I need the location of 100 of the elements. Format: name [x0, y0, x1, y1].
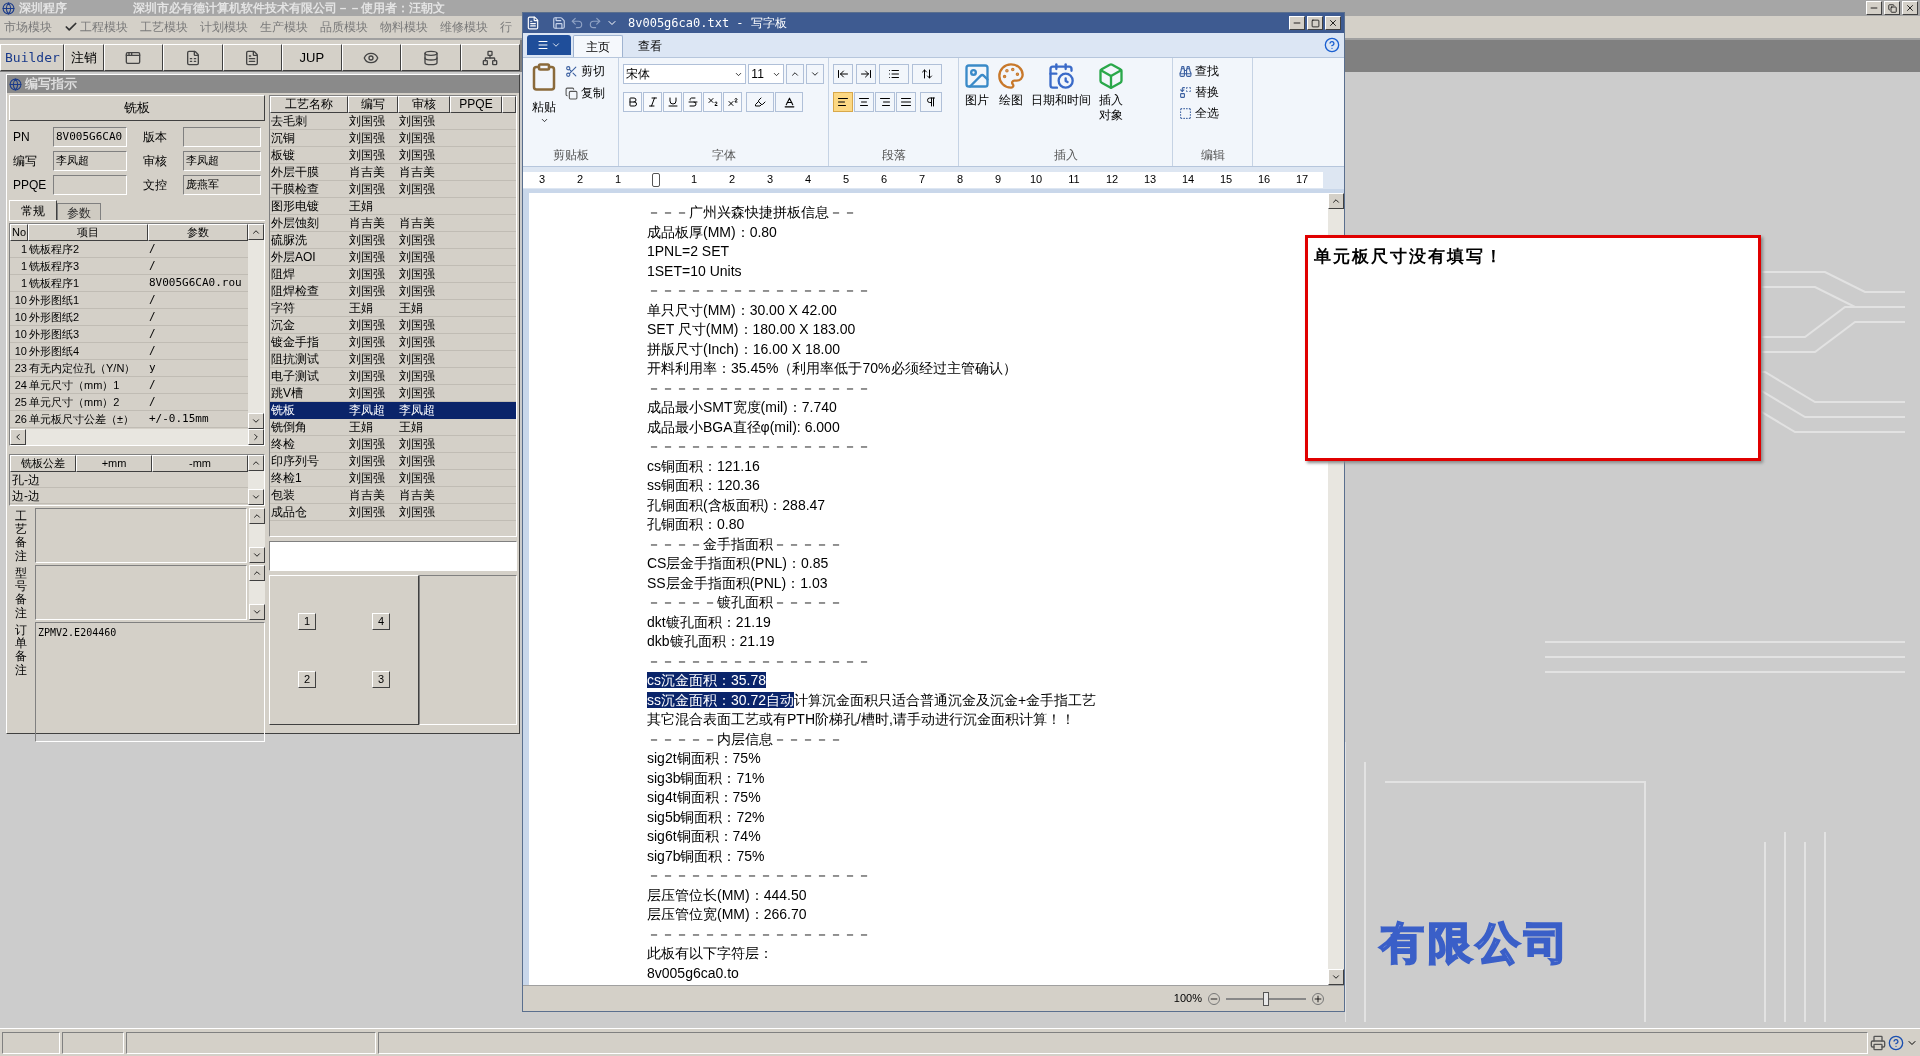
save-icon[interactable] — [552, 16, 566, 30]
column-header[interactable] — [502, 96, 516, 113]
table-row[interactable]: 电子测试 刘国强 刘国强 — [270, 368, 516, 385]
list-icon[interactable] — [879, 64, 909, 84]
bold-icon[interactable] — [623, 92, 642, 112]
align-center-icon[interactable] — [854, 92, 874, 112]
table-row[interactable]: 外层干膜 肖吉美 肖吉美 — [270, 164, 516, 181]
input-field[interactable] — [269, 541, 517, 571]
table-row[interactable]: 印序列号 刘国强 刘国强 — [270, 453, 516, 470]
paste-button[interactable]: 粘贴 — [527, 62, 561, 142]
scrollbar[interactable] — [248, 224, 264, 429]
column-header[interactable]: 铣板公差 — [10, 455, 76, 472]
tab[interactable]: 常规 — [9, 200, 57, 220]
table-row[interactable]: 硫脲洗 刘国强 刘国强 — [270, 232, 516, 249]
slider-thumb[interactable] — [1263, 991, 1269, 1006]
highlighter-icon[interactable] — [746, 92, 774, 112]
table-row[interactable]: 铣板 李凤超 李凤超 — [270, 402, 516, 419]
column-header[interactable]: 编写 — [348, 96, 398, 113]
number-button[interactable]: 1 — [298, 612, 316, 630]
scroll-down-icon[interactable] — [1328, 969, 1344, 985]
column-header[interactable]: PPQE — [450, 96, 502, 113]
printer-icon[interactable] — [1870, 1034, 1886, 1051]
insert-button[interactable]: 图片 — [963, 62, 991, 146]
scrollbar[interactable] — [248, 455, 264, 505]
toolbar-button[interactable]: JUP — [282, 44, 342, 71]
table-row[interactable]: 铣倒角 王娟 王娟 — [270, 419, 516, 436]
italic-icon[interactable] — [643, 92, 662, 112]
spreadsheet-icon[interactable] — [184, 49, 201, 66]
column-header[interactable]: No — [10, 224, 28, 241]
ribbon-tab[interactable]: 查看 — [625, 35, 675, 57]
table-row[interactable]: 干膜检查 刘国强 刘国强 — [270, 181, 516, 198]
zoom-slider[interactable] — [1226, 991, 1306, 1006]
subscript-icon[interactable] — [703, 92, 722, 112]
note-field[interactable] — [35, 508, 247, 563]
insert-button[interactable]: 插入对象 — [1097, 62, 1125, 146]
scrollbar[interactable] — [249, 565, 265, 620]
table-row[interactable]: 沉铜 刘国强 刘国强 — [270, 130, 516, 147]
column-header[interactable]: 项目 — [28, 224, 148, 241]
number-button[interactable]: 2 — [298, 670, 316, 688]
network-icon[interactable] — [482, 49, 499, 66]
scroll-down-icon[interactable] — [248, 413, 264, 429]
cut-button[interactable]: 剪切 — [565, 62, 605, 80]
edit-button[interactable]: 查找 — [1179, 62, 1246, 80]
input-field[interactable]: 庞燕军 — [183, 175, 261, 195]
undo-icon[interactable] — [570, 16, 584, 30]
column-header[interactable]: -mm — [152, 455, 248, 472]
edit-button[interactable]: 全选 — [1179, 104, 1246, 122]
underline-icon[interactable] — [663, 92, 682, 112]
horizontal-scrollbar[interactable] — [10, 429, 264, 445]
table-row[interactable]: 镀金手指 刘国强 刘国强 — [270, 334, 516, 351]
font-name-dropdown[interactable]: 宋体 — [623, 64, 747, 84]
input-field[interactable]: 8V005G6CA0 — [53, 127, 127, 147]
superscript-icon[interactable] — [723, 92, 742, 112]
table-row[interactable]: 外层蚀刻 肖吉美 肖吉美 — [270, 215, 516, 232]
redo-icon[interactable] — [588, 16, 602, 30]
strikethrough-icon[interactable] — [683, 92, 702, 112]
tab[interactable]: 参数 — [57, 203, 101, 220]
ribbon-tab[interactable]: 主页 — [573, 35, 623, 57]
scroll-up-icon[interactable] — [248, 455, 264, 471]
minimize-button[interactable] — [1289, 16, 1305, 30]
app-menu-button[interactable] — [527, 35, 571, 55]
input-field[interactable]: 李凤超 — [53, 151, 127, 171]
table-row[interactable]: 阻抗测试 刘国强 刘国强 — [270, 351, 516, 368]
decrease-indent-icon[interactable] — [833, 64, 853, 84]
scroll-down-icon[interactable] — [248, 489, 264, 505]
table-row[interactable]: 字符 王娟 王娟 — [270, 300, 516, 317]
scroll-up-icon[interactable] — [1328, 193, 1344, 209]
note-field[interactable] — [35, 565, 247, 620]
table-row[interactable]: 去毛刺 刘国强 刘国强 — [270, 113, 516, 130]
table-row[interactable]: 图形电镀 王娟 — [270, 198, 516, 215]
font-size-dropdown[interactable]: 11 — [748, 64, 785, 84]
column-header[interactable]: 审核 — [398, 96, 450, 113]
column-header[interactable]: 参数 — [148, 224, 248, 241]
table-row[interactable]: 终检 刘国强 刘国强 — [270, 436, 516, 453]
table-row[interactable]: 终检1 刘国强 刘国强 — [270, 470, 516, 487]
table-row[interactable]: 包装 肖吉美 肖吉美 — [270, 487, 516, 504]
column-header[interactable]: 工艺名称 — [270, 96, 348, 113]
table-row[interactable]: 沉金 刘国强 刘国强 — [270, 317, 516, 334]
indent-marker-icon[interactable] — [652, 172, 660, 187]
scroll-up-icon[interactable] — [249, 565, 265, 581]
toolbar-button[interactable]: Builder — [0, 44, 64, 71]
maximize-button[interactable] — [1307, 16, 1323, 30]
justify-icon[interactable] — [896, 92, 916, 112]
align-right-icon[interactable] — [875, 92, 895, 112]
help-icon[interactable] — [1324, 37, 1340, 53]
input-field[interactable] — [183, 127, 261, 147]
edit-button[interactable]: 替换 — [1179, 83, 1246, 101]
table-row[interactable]: 板镀 刘国强 刘国强 — [270, 147, 516, 164]
insert-button[interactable]: 绘图 — [997, 62, 1025, 146]
copy-button[interactable]: 复制 — [565, 84, 605, 102]
number-button[interactable]: 3 — [372, 670, 390, 688]
scroll-right-icon[interactable] — [248, 429, 264, 445]
input-field[interactable] — [53, 175, 127, 195]
toolbar-button[interactable]: 注销 — [64, 44, 104, 71]
scrollbar[interactable] — [249, 508, 265, 563]
scroll-left-icon[interactable] — [10, 429, 26, 445]
scroll-up-icon[interactable] — [249, 508, 265, 524]
line-spacing-icon[interactable] — [912, 64, 942, 84]
help-icon[interactable] — [1888, 1034, 1904, 1051]
restore-button[interactable] — [1884, 1, 1900, 15]
